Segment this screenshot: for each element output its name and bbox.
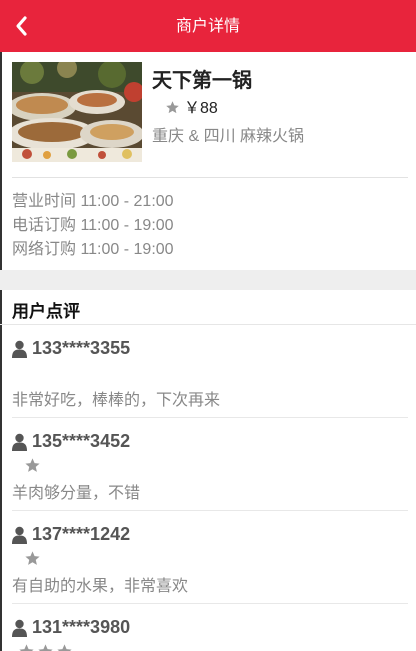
star-icon (38, 644, 53, 651)
star-icon (25, 551, 40, 565)
review-item: 133****3355 非常好吃，棒棒的，下次再来 (12, 338, 408, 409)
review-user: 135****3452 (12, 431, 408, 455)
review-user: 137****1242 (12, 524, 408, 548)
review-item: 137****1242 有自助的水果，非常喜欢 (12, 524, 408, 595)
business-hours: 营业时间 11:00 - 21:00 (12, 193, 174, 210)
review-comment: 羊肉够分量，不错 (12, 485, 141, 502)
user-icon (12, 526, 27, 544)
phone-order-hours: 电话订购 11:00 - 19:00 (12, 217, 174, 234)
review-item: 135****3452 羊肉够分量，不错 (12, 431, 408, 502)
review-comment: 有自助的水果，非常喜欢 (12, 578, 189, 595)
star-icon (25, 458, 40, 472)
star-icon (57, 644, 72, 651)
merchant-photo (12, 62, 142, 162)
left-edge-line (0, 52, 2, 651)
review-stars (24, 457, 43, 475)
top-bar: 商户详情 (0, 0, 416, 52)
review-stars (24, 550, 43, 568)
merchant-rating-price: ￥88 (165, 94, 218, 118)
star-icon (19, 644, 34, 651)
review-user: 131****3980 (12, 617, 408, 641)
online-order-hours: 网络订购 11:00 - 19:00 (12, 241, 174, 258)
review-user-id: 131****3980 (32, 617, 131, 637)
star-icon (166, 101, 179, 114)
review-stars (18, 643, 75, 651)
merchant-card: 天下第一锅 ￥88 重庆 & 四川 麻辣火锅 (12, 62, 408, 172)
review-user: 133****3355 (12, 338, 408, 362)
divider (12, 177, 408, 178)
merchant-name: 天下第一锅 (152, 70, 252, 92)
divider (0, 324, 416, 325)
review-user-id: 137****1242 (32, 524, 131, 544)
user-icon (12, 433, 27, 451)
reviews-heading: 用户点评 (12, 302, 80, 321)
review-user-id: 133****3355 (32, 338, 131, 358)
divider (12, 603, 408, 604)
page-title: 商户详情 (175, 18, 240, 35)
divider (12, 417, 408, 418)
review-comment: 非常好吃，棒棒的，下次再来 (12, 392, 221, 409)
user-icon (12, 619, 27, 637)
divider (12, 510, 408, 511)
review-item: 131****3980 (12, 617, 408, 651)
section-gap (0, 270, 416, 290)
merchant-cuisine: 重庆 & 四川 麻辣火锅 (152, 128, 305, 145)
review-user-id: 135****3452 (32, 431, 131, 451)
opening-hours: 营业时间 11:00 - 21:00 电话订购 11:00 - 19:00 网络… (12, 190, 174, 262)
user-icon (12, 340, 27, 358)
merchant-price: ￥88 (184, 100, 218, 117)
